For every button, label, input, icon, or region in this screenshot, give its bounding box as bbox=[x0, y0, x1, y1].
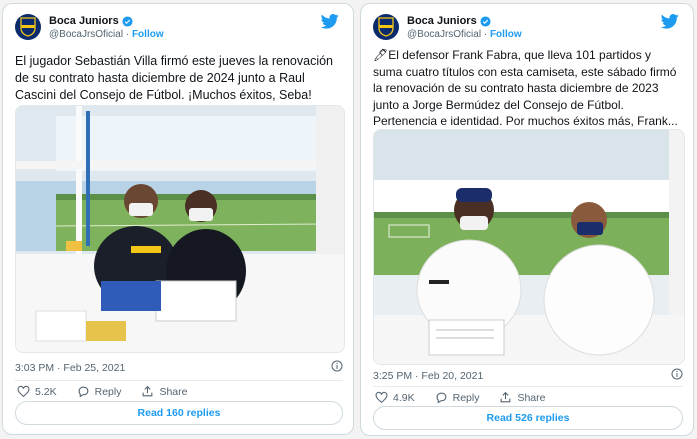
tweet-actions: 4.9K Reply Share bbox=[375, 391, 566, 404]
like-button[interactable]: 5.2K bbox=[17, 385, 57, 398]
boca-crest-icon bbox=[378, 17, 394, 37]
tweet-text: El jugador Sebastián Villa firmó este ju… bbox=[15, 54, 334, 102]
display-name[interactable]: Boca Juniors bbox=[49, 15, 119, 28]
reply-icon bbox=[436, 392, 446, 404]
share-icon bbox=[501, 391, 511, 403]
read-replies-button[interactable]: Read 526 replies bbox=[373, 406, 683, 430]
boca-crest-icon bbox=[20, 17, 36, 37]
display-name[interactable]: Boca Juniors bbox=[407, 15, 477, 28]
follow-button[interactable]: Follow bbox=[132, 29, 164, 40]
handle[interactable]: @BocaJrsOficial bbox=[49, 29, 123, 40]
like-count: 5.2K bbox=[35, 385, 57, 398]
verified-icon bbox=[122, 16, 133, 27]
tweet-timestamp[interactable]: 3:25 PM · Feb 20, 2021 bbox=[373, 370, 483, 382]
info-icon[interactable] bbox=[671, 368, 683, 380]
info-icon[interactable] bbox=[331, 360, 343, 372]
twitter-bird-icon[interactable] bbox=[321, 14, 339, 29]
share-button[interactable]: Share bbox=[141, 385, 188, 398]
like-button[interactable]: 4.9K bbox=[375, 391, 415, 404]
share-label: Share bbox=[159, 385, 188, 398]
read-replies-button[interactable]: Read 160 replies bbox=[15, 401, 343, 425]
read-replies-label: Read 526 replies bbox=[486, 412, 570, 424]
reply-button[interactable]: Reply bbox=[77, 385, 122, 398]
read-replies-label: Read 160 replies bbox=[137, 407, 221, 419]
tweet-card: Boca Juniors @BocaJrsOficial · Follow 🖊E… bbox=[360, 3, 694, 436]
divider bbox=[15, 380, 343, 381]
divider bbox=[373, 386, 683, 387]
tweet-timestamp[interactable]: 3:03 PM · Feb 25, 2021 bbox=[15, 362, 125, 374]
heart-icon bbox=[375, 391, 388, 404]
handle[interactable]: @BocaJrsOficial bbox=[407, 29, 481, 40]
tweet-card: Boca Juniors @BocaJrsOficial · Follow El… bbox=[2, 3, 354, 435]
photo-image bbox=[16, 106, 344, 352]
reply-label: Reply bbox=[452, 391, 480, 404]
share-button[interactable]: Share bbox=[499, 391, 546, 404]
verified-icon bbox=[480, 16, 491, 27]
tweet-header: Boca Juniors @BocaJrsOficial · Follow bbox=[373, 12, 683, 42]
avatar[interactable] bbox=[15, 14, 41, 40]
reply-icon bbox=[78, 386, 88, 398]
tweet-header: Boca Juniors @BocaJrsOficial · Follow bbox=[15, 12, 343, 42]
follow-button[interactable]: Follow bbox=[490, 29, 522, 40]
tweet-photo[interactable] bbox=[373, 129, 685, 365]
share-label: Share bbox=[517, 391, 546, 404]
reply-label: Reply bbox=[94, 385, 122, 398]
like-count: 4.9K bbox=[393, 391, 415, 404]
tweet-photo[interactable] bbox=[15, 105, 345, 353]
share-icon bbox=[143, 385, 153, 397]
photo-image bbox=[374, 130, 684, 364]
tweet-actions: 5.2K Reply Share bbox=[17, 385, 208, 398]
twitter-bird-icon[interactable] bbox=[661, 14, 679, 29]
avatar[interactable] bbox=[373, 14, 399, 40]
reply-button[interactable]: Reply bbox=[435, 391, 480, 404]
heart-icon bbox=[17, 385, 30, 398]
